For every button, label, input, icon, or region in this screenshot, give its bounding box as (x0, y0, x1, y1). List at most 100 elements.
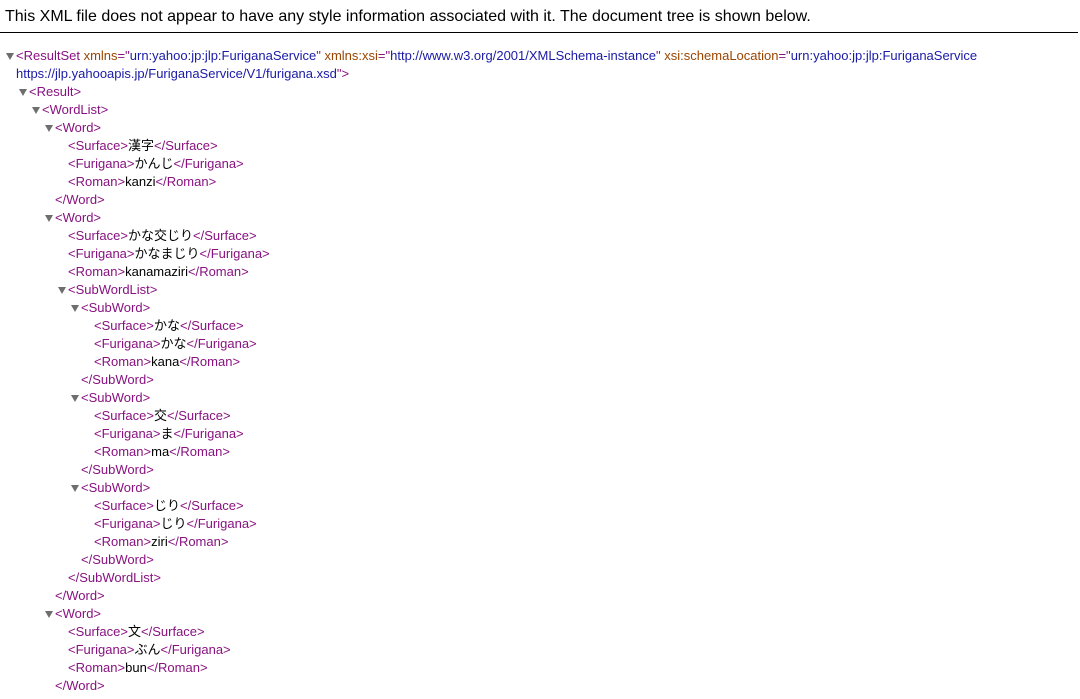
element-text: かな (154, 318, 181, 333)
tag-open-bracket: < (16, 48, 24, 63)
root-tag-name: ResultSet (23, 48, 80, 63)
tag-name: SubWord (92, 462, 147, 477)
xml-leaf-element: <Roman>kana</Roman> (94, 353, 240, 371)
tag-close-bracket: > (146, 318, 154, 333)
tag-end-bracket: </ (167, 534, 179, 549)
collapse-arrow-icon[interactable] (71, 305, 79, 312)
tag-open-bracket: < (68, 174, 76, 189)
attribute-equals: =" (377, 48, 391, 63)
element-text: じり (154, 498, 181, 513)
tag-end-bracket: </ (180, 318, 192, 333)
tag-open-bracket: < (94, 318, 102, 333)
tag-close-bracket: > (117, 264, 126, 279)
tag-name: Surface (204, 228, 250, 243)
tag-name: Furigana (75, 156, 127, 171)
tag-close-bracket: > (262, 246, 270, 261)
collapse-arrow-icon[interactable] (19, 89, 27, 96)
tag-end-bracket: </ (179, 354, 191, 369)
xml-open-tag: <Word> (55, 209, 101, 227)
tag-name: Furigana (75, 642, 127, 657)
xml-leaf-element: <Roman>kanamaziri</Roman> (68, 263, 249, 281)
tag-close-bracket: > (223, 408, 231, 423)
xml-node-line: <Word> (0, 119, 1080, 137)
xml-open-tag: <Word> (55, 119, 101, 137)
tag-close-bracket: > (97, 678, 105, 693)
tag-close-bracket: > (120, 138, 128, 153)
collapse-arrow-icon[interactable] (45, 215, 53, 222)
tag-open-bracket: < (94, 426, 102, 441)
element-text: 交 (154, 408, 168, 423)
element-text: ま (160, 426, 174, 441)
collapse-arrow-icon[interactable] (71, 395, 79, 402)
tag-name: Surface (101, 408, 147, 423)
tag-close-bracket: > (126, 156, 135, 171)
tag-open-bracket: < (94, 336, 102, 351)
tag-name: Furigana (101, 516, 153, 531)
tag-end-bracket: </ (141, 624, 153, 639)
collapse-arrow-icon[interactable] (58, 287, 66, 294)
tag-open-bracket: < (42, 102, 50, 117)
tag-name: Roman (158, 660, 200, 675)
tag-close-bracket: > (93, 120, 102, 135)
tag-name: Roman (178, 534, 221, 549)
tag-end-bracket: </ (193, 228, 205, 243)
tag-end-bracket: </ (154, 138, 166, 153)
tag-name: Word (62, 210, 94, 225)
tag-name: Roman (101, 534, 144, 549)
xml-open-tag: <Word> (55, 605, 101, 623)
tag-close-bracket: > (236, 318, 244, 333)
xml-node-line: <Surface>文</Surface> (0, 623, 1080, 641)
tag-open-bracket: < (68, 624, 76, 639)
tag-name: SubWordList (79, 570, 154, 585)
xml-node-line: <Surface>交</Surface> (0, 407, 1080, 425)
tag-open-bracket: < (68, 228, 76, 243)
tag-name: Roman (180, 444, 223, 459)
tag-name: Furigana (197, 336, 250, 351)
tag-name: Furigana (197, 516, 250, 531)
tag-open-bracket: < (81, 300, 89, 315)
tag-close-bracket: > (126, 642, 135, 657)
tag-name: Roman (101, 354, 144, 369)
tag-name: Surface (152, 624, 198, 639)
collapse-arrow-icon[interactable] (45, 611, 53, 618)
tag-name: WordList (49, 102, 101, 117)
xml-node-line: <SubWord> (0, 479, 1080, 497)
tag-close-bracket: > (222, 444, 230, 459)
tag-end-bracket: </ (186, 516, 198, 531)
collapse-arrow-icon[interactable] (45, 125, 53, 132)
collapse-arrow-icon[interactable] (6, 53, 14, 60)
tag-end-bracket: </ (55, 678, 67, 693)
tag-open-bracket: < (68, 156, 76, 171)
tag-end-bracket: </ (169, 444, 181, 459)
xml-close-tag: </SubWord> (81, 551, 154, 569)
tag-close-bracket: > (236, 156, 244, 171)
tree-lines: <Result> <WordList> <Word> <Surface>漢字</Sur… (0, 83, 1080, 695)
tag-open-bracket: < (81, 480, 89, 495)
xml-node-line: <Furigana>かんじ</Furigana> (0, 155, 1080, 173)
tag-close-bracket: > (153, 570, 161, 585)
tag-name: Furigana (171, 642, 224, 657)
attribute-name: xmlns (83, 48, 118, 63)
collapse-arrow-icon[interactable] (32, 107, 40, 114)
xml-node-line: <SubWordList> (0, 281, 1080, 299)
tag-open-bracket: < (94, 408, 102, 423)
xml-open-tag: <SubWord> (81, 389, 150, 407)
tag-open-bracket: < (81, 390, 89, 405)
tag-name: Word (62, 120, 94, 135)
tag-name: Furigana (101, 336, 153, 351)
tag-close-bracket: > (100, 102, 109, 117)
tag-close-bracket: > (97, 192, 105, 207)
tag-name: Surface (101, 318, 147, 333)
tag-name: Roman (190, 354, 233, 369)
xml-node-line: <Surface>かな交じり</Surface> (0, 227, 1080, 245)
tag-open-bracket: < (55, 210, 63, 225)
xml-node-line: <Roman>kanamaziri</Roman> (0, 263, 1080, 281)
tag-close-bracket: > (232, 354, 241, 369)
tag-close-bracket: > (149, 282, 158, 297)
tag-name: SubWord (88, 300, 143, 315)
xml-leaf-element: <Surface>漢字</Surface> (68, 137, 218, 155)
tag-name: Result (36, 84, 74, 99)
collapse-arrow-icon[interactable] (71, 485, 79, 492)
tag-close-bracket: > (197, 624, 205, 639)
xml-node-line: <Furigana>ぶん</Furigana> (0, 641, 1080, 659)
